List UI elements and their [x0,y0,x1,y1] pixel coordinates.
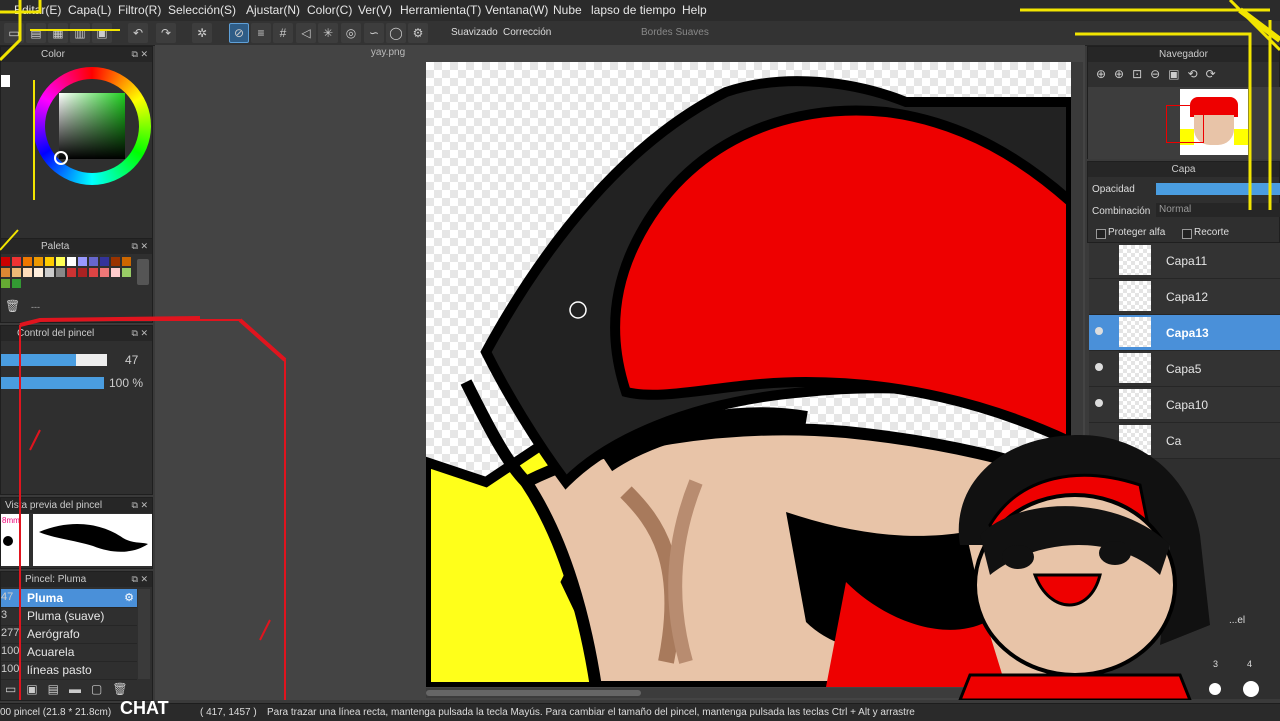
chat-overlay-text: CHAT [120,698,169,718]
cursor-coords: ( 417, 1457 ) [200,707,257,718]
stream-hud-overlay [0,0,1280,700]
statusbar: 00 pincel (21.8 * 21.8cm) CHAT ( 417, 14… [0,698,1280,721]
brush-info: 00 pincel (21.8 * 21.8cm) [0,707,112,718]
status-hint: Para trazar una línea recta, mantenga pu… [267,707,915,718]
